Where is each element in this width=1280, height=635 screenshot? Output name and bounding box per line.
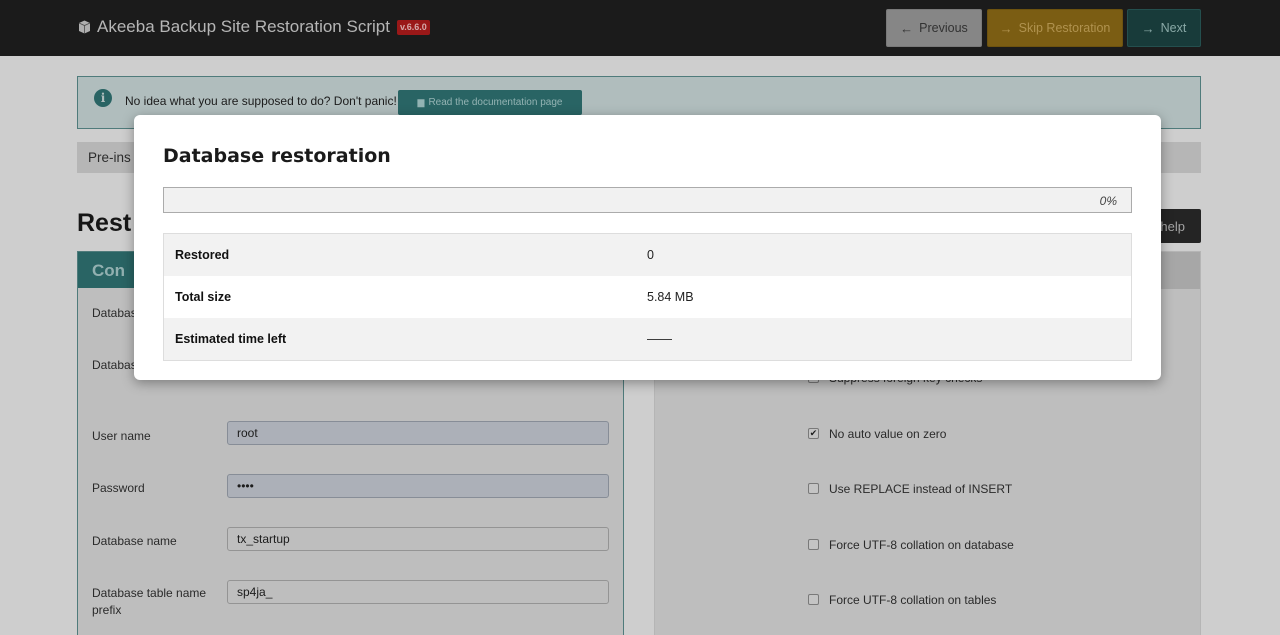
restoration-stats-table: Restored 0 Total size 5.84 MB Estimated …: [163, 233, 1132, 361]
stat-label-time-left: Estimated time left: [175, 332, 287, 346]
stat-value-total-size: 5.84 MB: [647, 290, 694, 304]
table-row: Total size 5.84 MB: [164, 276, 1131, 318]
table-row: Restored 0: [164, 234, 1131, 276]
table-row: Estimated time left ——: [164, 318, 1131, 360]
stat-label-total-size: Total size: [175, 290, 232, 304]
stat-value-restored: 0: [647, 248, 654, 262]
modal-title: Database restoration: [163, 145, 391, 167]
stat-value-time-left: ——: [647, 332, 672, 346]
progress-percent-label: 0%: [1099, 194, 1117, 208]
database-restoration-modal: Database restoration 0% Restored 0 Total…: [134, 115, 1161, 380]
stat-label-restored: Restored: [175, 248, 230, 262]
restoration-progress-bar: 0%: [163, 187, 1132, 213]
